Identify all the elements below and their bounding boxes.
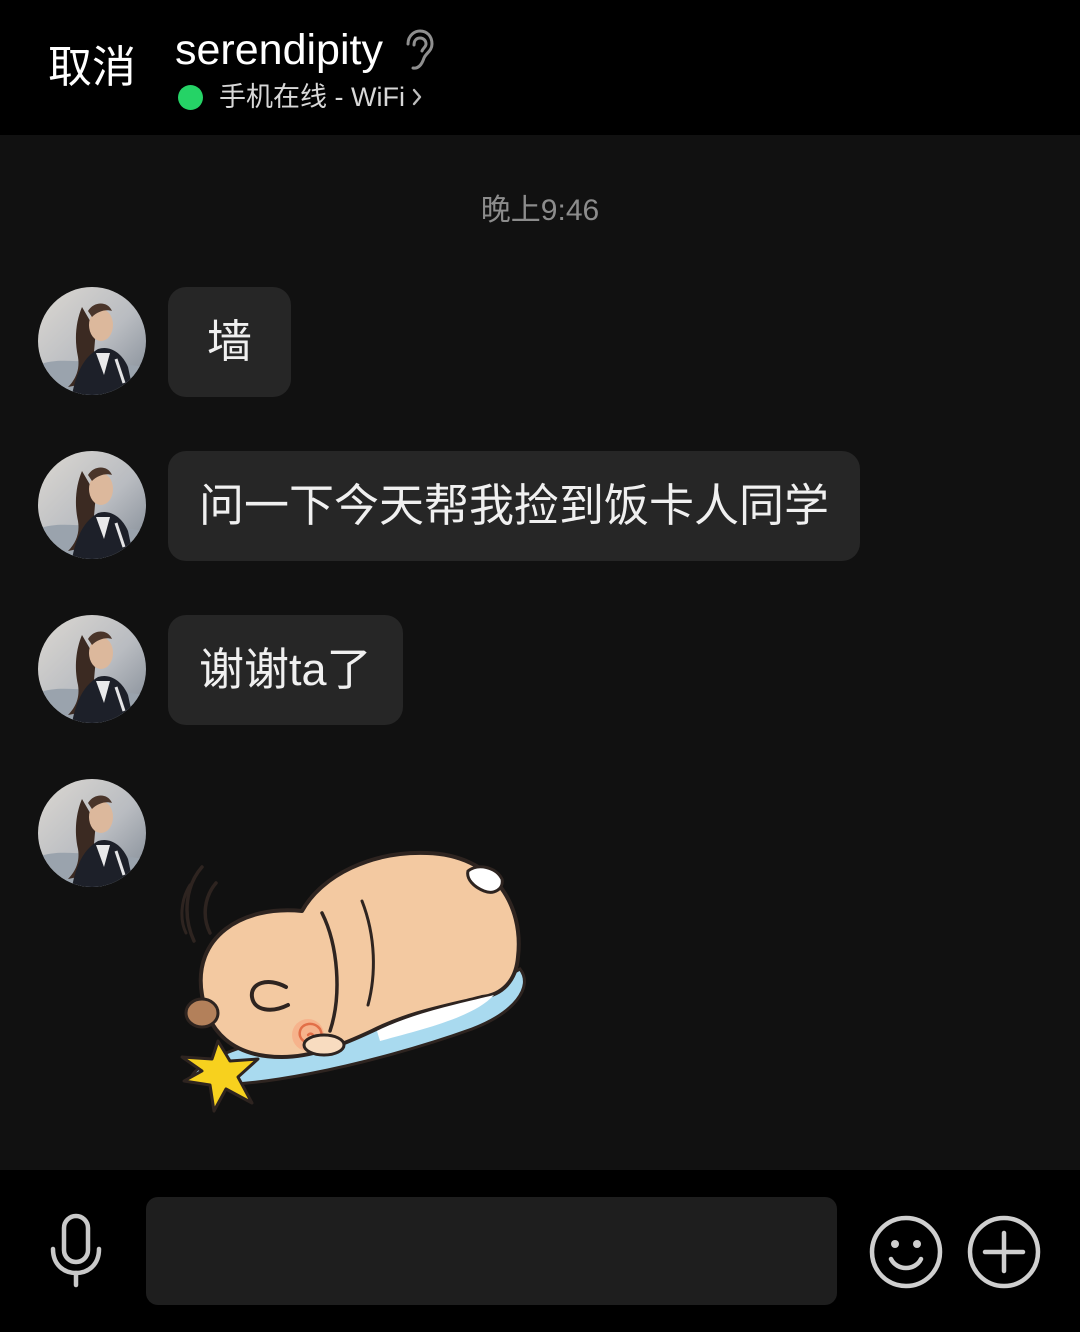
avatar[interactable] [38, 451, 146, 559]
chat-header: 取消 serendipity 手机在线 - WiFi [0, 0, 1080, 135]
contact-name: serendipity [175, 26, 383, 74]
chevron-right-icon [412, 88, 422, 106]
status-text: 手机在线 - WiFi [219, 82, 405, 112]
avatar[interactable] [38, 287, 146, 395]
contact-title: serendipity [175, 20, 435, 80]
message-bubble[interactable]: 墙 [168, 287, 291, 397]
plus-icon[interactable] [967, 1215, 1041, 1289]
online-status[interactable]: 手机在线 - WiFi [178, 79, 423, 115]
message-input[interactable] [146, 1197, 837, 1305]
sleeping-hamster-sticker[interactable] [172, 845, 537, 1120]
avatar[interactable] [38, 615, 146, 723]
cancel-button[interactable]: 取消 [48, 38, 136, 98]
online-dot-icon [178, 84, 203, 110]
ear-icon[interactable] [401, 28, 435, 72]
message-bubble[interactable]: 谢谢ta了 [168, 615, 403, 725]
message-bubble[interactable]: 问一下今天帮我捡到饭卡人同学 [168, 451, 861, 561]
microphone-icon[interactable] [46, 1213, 106, 1289]
message-list[interactable]: 晚上9:46 墙 问一下今天帮我捡到饭卡人同学 谢谢ta了 [0, 135, 1080, 1170]
avatar[interactable] [38, 779, 146, 887]
timestamp: 晚上9:46 [480, 194, 600, 227]
input-bar [0, 1170, 1080, 1332]
smiley-icon[interactable] [869, 1215, 943, 1289]
